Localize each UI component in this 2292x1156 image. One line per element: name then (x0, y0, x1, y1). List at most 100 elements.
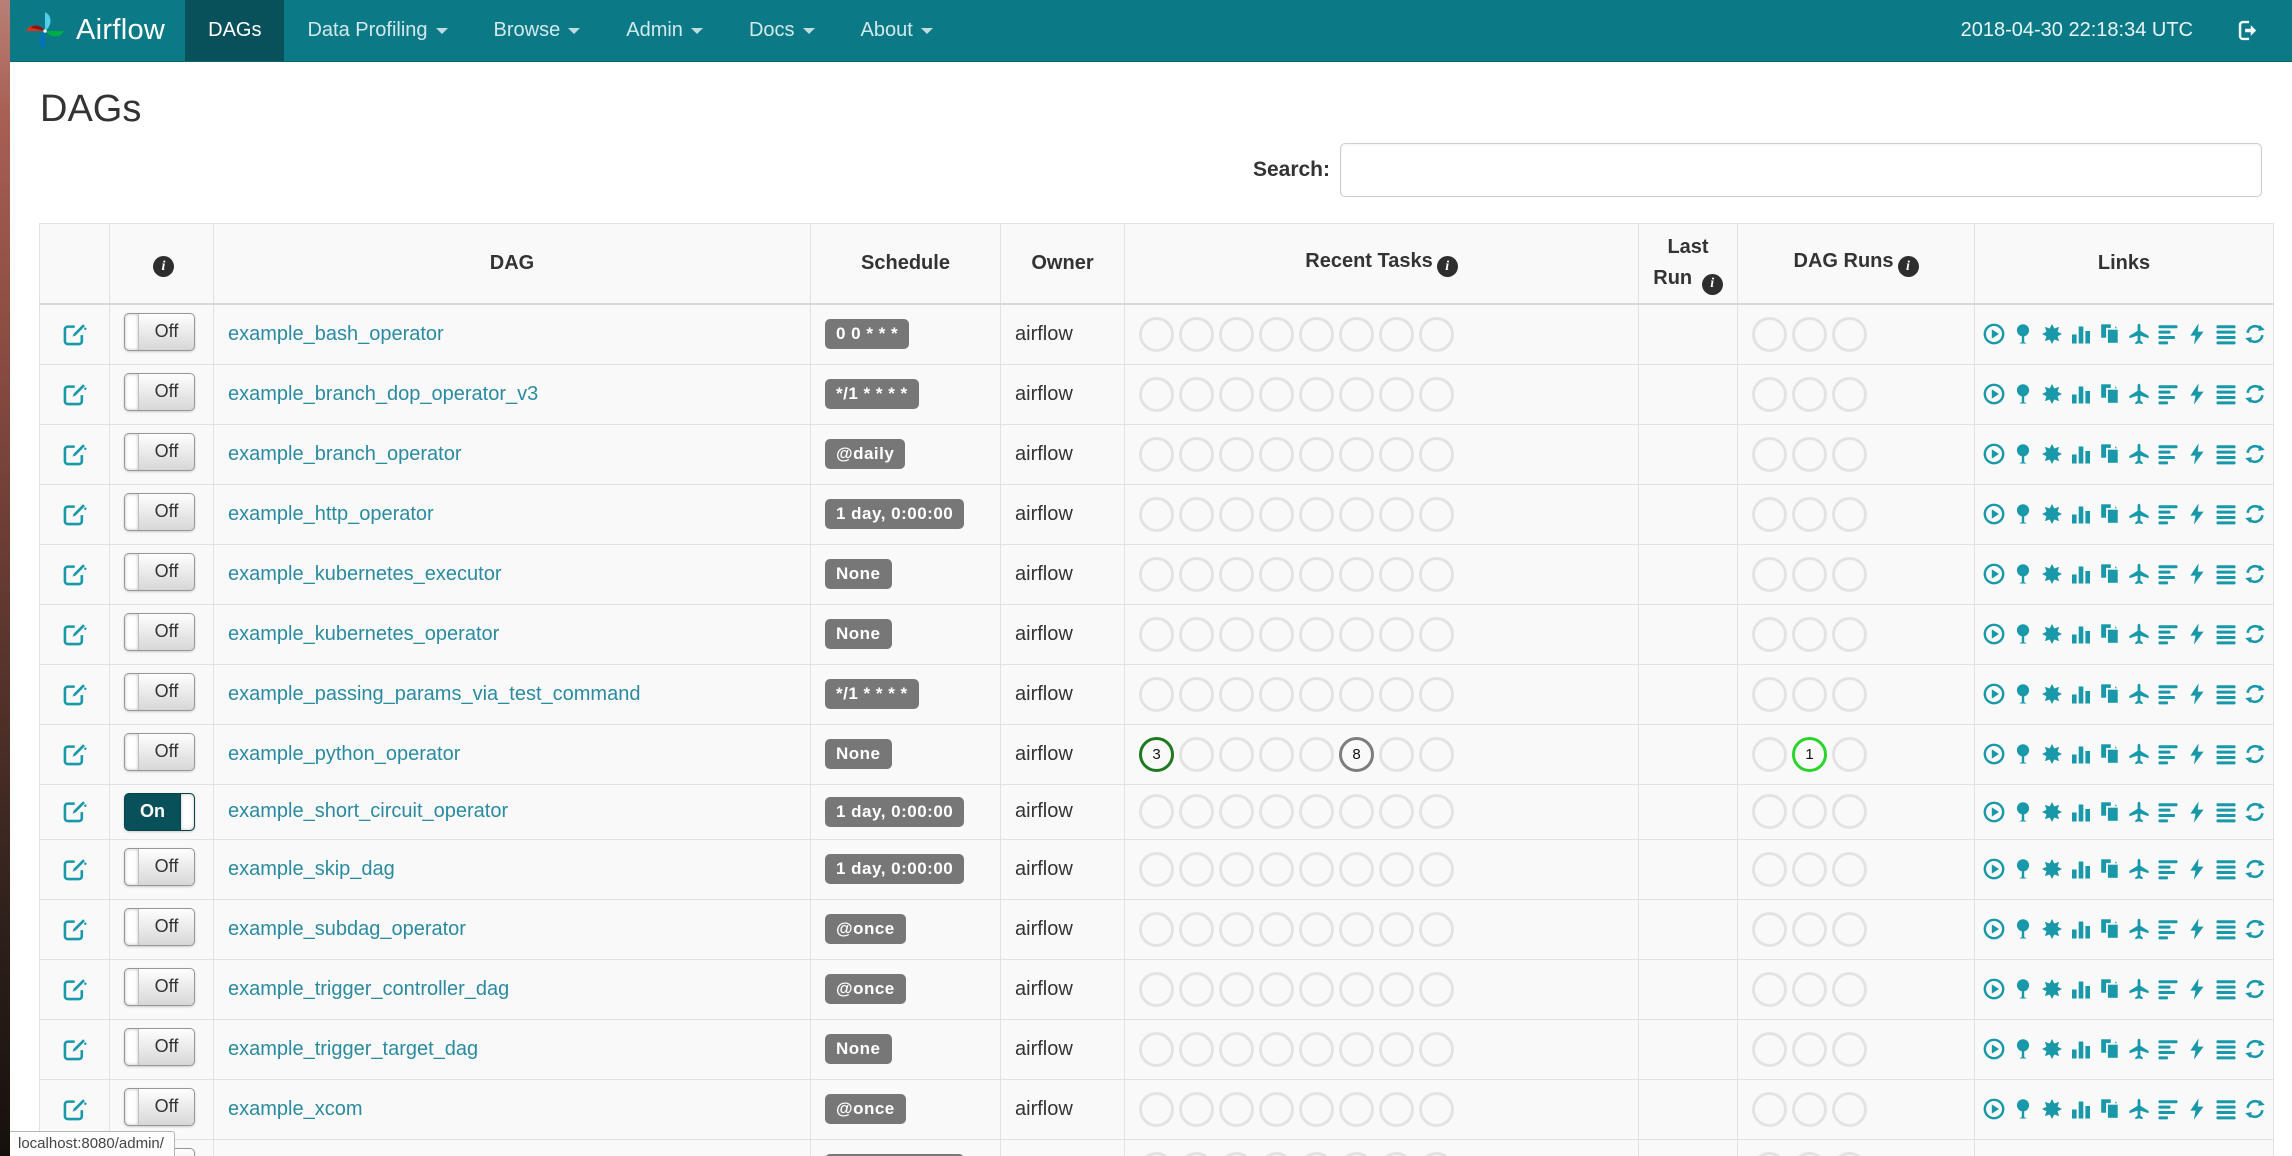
refresh-icon[interactable] (2243, 1097, 2267, 1121)
task-state-circle[interactable] (1179, 851, 1214, 887)
landing-times-icon[interactable] (2127, 562, 2151, 586)
gantt-view-icon[interactable] (2156, 1097, 2180, 1121)
graph-view-icon[interactable] (2040, 682, 2064, 706)
dag-edit-icon[interactable] (61, 916, 88, 943)
task-tries-icon[interactable] (2098, 562, 2122, 586)
pause-toggle[interactable]: Off (124, 1087, 195, 1126)
task-state-circle[interactable] (1259, 616, 1294, 652)
task-state-circle[interactable] (1299, 1151, 1334, 1156)
task-state-circle[interactable] (1379, 496, 1414, 532)
dag-run-state-circle[interactable]: 1 (1792, 736, 1827, 772)
dag-run-state-circle[interactable] (1752, 436, 1787, 472)
task-state-circle[interactable] (1259, 556, 1294, 592)
task-state-circle[interactable] (1259, 851, 1294, 887)
task-details-icon[interactable] (2214, 917, 2238, 941)
code-view-icon[interactable] (2185, 622, 2209, 646)
task-state-circle[interactable] (1339, 556, 1374, 592)
pause-toggle[interactable]: Off (124, 492, 195, 531)
code-view-icon[interactable] (2185, 1097, 2209, 1121)
tree-view-icon[interactable] (2011, 1097, 2035, 1121)
task-state-circle[interactable] (1259, 911, 1294, 947)
gantt-view-icon[interactable] (2156, 442, 2180, 466)
task-details-icon[interactable] (2214, 1037, 2238, 1061)
task-details-icon[interactable] (2214, 857, 2238, 881)
landing-times-icon[interactable] (2127, 977, 2151, 1001)
graph-view-icon[interactable] (2040, 742, 2064, 766)
dag-edit-icon[interactable] (61, 441, 88, 468)
task-state-circle[interactable] (1379, 676, 1414, 712)
landing-times-icon[interactable] (2127, 322, 2151, 346)
task-state-circle[interactable] (1219, 851, 1254, 887)
task-state-circle[interactable] (1299, 971, 1334, 1007)
landing-times-icon[interactable] (2127, 800, 2151, 824)
task-state-circle[interactable] (1219, 616, 1254, 652)
task-state-circle[interactable] (1179, 616, 1214, 652)
gantt-view-icon[interactable] (2156, 857, 2180, 881)
code-view-icon[interactable] (2185, 917, 2209, 941)
dag-run-state-circle[interactable] (1752, 616, 1787, 652)
code-view-icon[interactable] (2185, 682, 2209, 706)
task-state-circle[interactable] (1379, 794, 1414, 829)
task-state-circle[interactable] (1259, 676, 1294, 712)
landing-times-icon[interactable] (2127, 1037, 2151, 1061)
dag-edit-icon[interactable] (61, 501, 88, 528)
task-state-circle[interactable] (1299, 676, 1334, 712)
dag-run-state-circle[interactable] (1832, 376, 1867, 412)
task-duration-icon[interactable] (2069, 622, 2093, 646)
landing-times-icon[interactable] (2127, 442, 2151, 466)
dag-run-state-circle[interactable] (1752, 496, 1787, 532)
task-state-circle[interactable] (1339, 1031, 1374, 1067)
task-duration-icon[interactable] (2069, 1097, 2093, 1121)
task-state-circle[interactable] (1219, 376, 1254, 412)
task-state-circle[interactable] (1179, 794, 1214, 829)
task-state-circle[interactable] (1219, 316, 1254, 352)
task-tries-icon[interactable] (2098, 442, 2122, 466)
landing-times-icon[interactable] (2127, 622, 2151, 646)
task-state-circle[interactable] (1419, 616, 1454, 652)
gantt-view-icon[interactable] (2156, 800, 2180, 824)
graph-view-icon[interactable] (2040, 977, 2064, 1001)
task-state-circle[interactable] (1299, 794, 1334, 829)
task-tries-icon[interactable] (2098, 682, 2122, 706)
task-state-circle[interactable] (1339, 1151, 1374, 1156)
dag-run-state-circle[interactable] (1832, 911, 1867, 947)
dag-run-state-circle[interactable] (1832, 794, 1867, 829)
task-state-circle[interactable] (1179, 556, 1214, 592)
gantt-view-icon[interactable] (2156, 562, 2180, 586)
task-state-circle[interactable] (1259, 1031, 1294, 1067)
dag-run-state-circle[interactable] (1832, 676, 1867, 712)
dag-link[interactable]: example_xcom (228, 1098, 363, 1120)
task-state-circle[interactable] (1259, 971, 1294, 1007)
task-state-circle[interactable] (1379, 616, 1414, 652)
task-state-circle[interactable] (1299, 851, 1334, 887)
task-duration-icon[interactable] (2069, 800, 2093, 824)
dag-run-state-circle[interactable] (1792, 556, 1827, 592)
dag-run-state-circle[interactable] (1792, 851, 1827, 887)
graph-view-icon[interactable] (2040, 1097, 2064, 1121)
tree-view-icon[interactable] (2011, 1037, 2035, 1061)
trigger-dag-icon[interactable] (1982, 682, 2006, 706)
task-state-circle[interactable] (1419, 971, 1454, 1007)
dag-run-state-circle[interactable] (1792, 316, 1827, 352)
task-state-circle[interactable] (1339, 676, 1374, 712)
trigger-dag-icon[interactable] (1982, 502, 2006, 526)
code-view-icon[interactable] (2185, 1037, 2209, 1061)
task-state-circle[interactable] (1419, 436, 1454, 472)
task-state-circle[interactable] (1179, 911, 1214, 947)
task-tries-icon[interactable] (2098, 322, 2122, 346)
task-state-circle[interactable] (1419, 1151, 1454, 1156)
landing-times-icon[interactable] (2127, 742, 2151, 766)
code-view-icon[interactable] (2185, 857, 2209, 881)
graph-view-icon[interactable] (2040, 917, 2064, 941)
graph-view-icon[interactable] (2040, 502, 2064, 526)
tree-view-icon[interactable] (2011, 382, 2035, 406)
task-state-circle[interactable] (1379, 436, 1414, 472)
task-details-icon[interactable] (2214, 682, 2238, 706)
dag-edit-icon[interactable] (61, 976, 88, 1003)
task-details-icon[interactable] (2214, 562, 2238, 586)
task-state-circle[interactable] (1379, 376, 1414, 412)
dag-edit-icon[interactable] (61, 1096, 88, 1123)
graph-view-icon[interactable] (2040, 857, 2064, 881)
task-details-icon[interactable] (2214, 742, 2238, 766)
trigger-dag-icon[interactable] (1982, 442, 2006, 466)
